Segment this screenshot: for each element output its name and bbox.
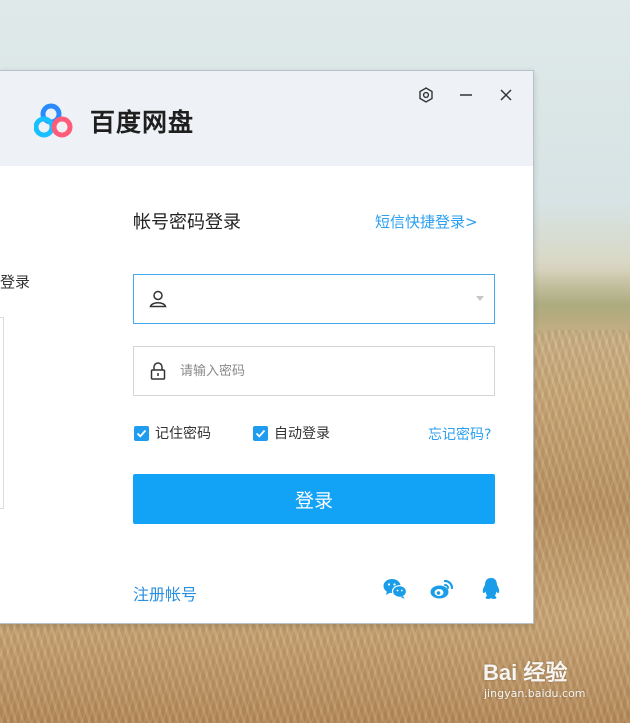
register-account-link[interactable]: 注册帐号 bbox=[133, 581, 197, 605]
password-input[interactable] bbox=[180, 347, 470, 395]
watermark-main-text: Bai 经验 bbox=[483, 660, 568, 685]
remember-password-checkbox[interactable] bbox=[134, 425, 149, 441]
auto-login-label: 自动登录 bbox=[274, 426, 330, 442]
qr-code-frame-partial bbox=[0, 317, 4, 509]
minimize-button[interactable] bbox=[454, 83, 478, 107]
qq-icon bbox=[482, 578, 500, 599]
remember-password-option[interactable]: 记住密码 bbox=[134, 423, 211, 443]
username-input[interactable] bbox=[180, 275, 470, 323]
wechat-login-button[interactable] bbox=[382, 576, 408, 602]
checkmark-icon bbox=[136, 429, 147, 438]
forgot-password-link[interactable]: 忘记密码? bbox=[428, 424, 491, 444]
login-button[interactable]: 登录 bbox=[133, 474, 495, 524]
app-title: 百度网盘 bbox=[90, 108, 195, 137]
auto-login-option[interactable]: 自动登录 bbox=[253, 423, 330, 443]
watermark-url: jingyan.baidu.com bbox=[484, 687, 586, 700]
close-button[interactable] bbox=[494, 83, 518, 107]
account-dropdown-icon[interactable] bbox=[476, 296, 484, 301]
title-bar[interactable]: 百度网盘 bbox=[0, 71, 533, 166]
user-icon bbox=[149, 290, 167, 308]
wechat-icon bbox=[383, 579, 408, 599]
minimize-icon bbox=[460, 94, 472, 96]
checkmark-icon bbox=[255, 429, 266, 438]
username-field[interactable] bbox=[133, 274, 495, 324]
qr-login-label-partial: 登录 bbox=[0, 273, 31, 291]
password-field[interactable] bbox=[133, 346, 495, 396]
weibo-icon bbox=[430, 579, 454, 599]
lock-icon bbox=[150, 362, 166, 380]
baidu-jingyan-watermark: Bai 经验 jingyan.baidu.com bbox=[483, 655, 586, 700]
baidu-netdisk-logo-icon bbox=[34, 103, 73, 138]
qq-login-button[interactable] bbox=[478, 576, 504, 602]
close-icon bbox=[500, 89, 512, 101]
auto-login-checkbox[interactable] bbox=[253, 425, 268, 441]
settings-icon bbox=[419, 87, 433, 103]
login-form-title: 帐号密码登录 bbox=[133, 212, 241, 233]
remember-password-label: 记住密码 bbox=[155, 426, 211, 442]
login-window: 百度网盘 登录 帐号密码登录 短信快捷登录> 记住密码 自动登录 忘记密码? 登… bbox=[0, 70, 534, 624]
weibo-login-button[interactable] bbox=[429, 576, 455, 602]
app-logo: 百度网盘 bbox=[34, 101, 194, 141]
sms-login-link[interactable]: 短信快捷登录> bbox=[375, 211, 478, 232]
settings-button[interactable] bbox=[414, 83, 438, 107]
